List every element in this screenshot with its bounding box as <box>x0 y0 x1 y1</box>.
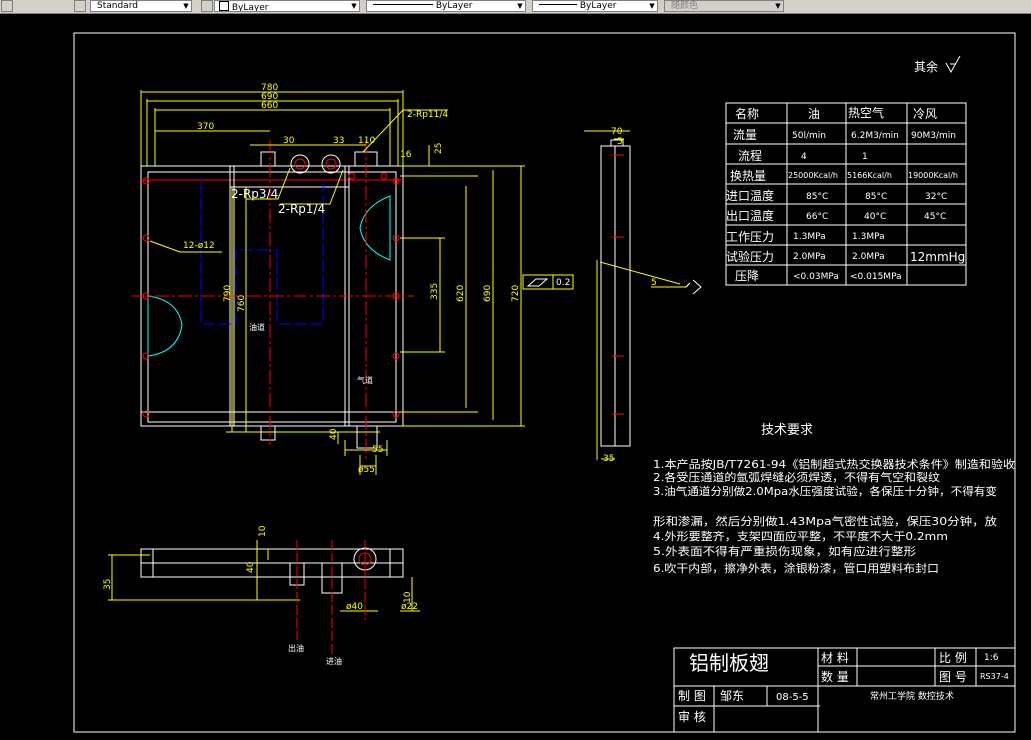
spec-row-label: 出口温度 <box>726 208 774 223</box>
dimension-lines <box>140 90 525 475</box>
spec-row-label: 工作压力 <box>726 230 774 244</box>
tech-req-list: 1.本产品按JB/T7261-94《铝制超式热交换器技术条件》制造和验收 2.各… <box>653 457 1015 575</box>
tech-req-title: 技术要求 <box>761 423 813 438</box>
spec-cell: 1 <box>862 152 868 162</box>
dim-720: 720 <box>511 285 521 302</box>
spec-cell: 50l/min <box>792 131 826 141</box>
dim-rp1-4: 2-Rp1/4 <box>278 202 325 216</box>
drawing-no-label: 图 号 <box>939 670 967 684</box>
spec-cell: 1.3MPa <box>793 232 826 242</box>
side-view <box>584 130 702 460</box>
oil-out-label: 出油 <box>288 643 304 653</box>
spec-cell: 45°C <box>924 212 946 222</box>
spec-cell: 85°C <box>806 192 828 202</box>
tech-req-line: 1.本产品按JB/T7261-94《铝制超式热交换器技术条件》制造和验收 <box>653 457 1015 471</box>
spec-cell: 2.0MPa <box>852 252 885 262</box>
material-label: 材 料 <box>821 651 849 665</box>
scale-value: 1:6 <box>984 653 999 663</box>
tech-req-line: 6.吹干内部，擦净外表，涂银粉漆，管口用塑料布封口 <box>653 561 939 575</box>
dim-5: 5 <box>617 137 623 147</box>
scale-label: 比 例 <box>939 651 967 665</box>
quantity-label: 数 量 <box>821 669 849 684</box>
dim-rp3-4: 2-Rp3/4 <box>231 187 278 201</box>
spec-cell: 90M3/min <box>911 131 956 141</box>
dim-660: 660 <box>261 101 278 111</box>
spec-row-label: 流程 <box>738 148 762 163</box>
spec-cell: 2.0MPa <box>793 252 826 262</box>
spec-cell: 25000Kcal/h <box>788 171 838 180</box>
bottom-view <box>108 540 420 655</box>
dim-55: 55 <box>372 445 383 455</box>
spec-row-label: 换热量 <box>730 169 766 183</box>
dim-phi40: ø40 <box>346 602 363 612</box>
dim-35: 35 <box>603 454 614 464</box>
tech-req-line: 4.外形要整齐，支架四面应平整，不平度不大于0.2mm <box>653 529 948 543</box>
dim-790: 790 <box>223 285 233 302</box>
title-block-text: 铝制板翅 材 料 数 量 比 例 1:6 图 号 RS37-4 制 图 邹东 0… <box>678 651 1009 724</box>
spec-cell: 66°C <box>806 212 828 222</box>
oil-path-label: 油道 <box>249 322 265 332</box>
dim-70: 70 <box>611 127 623 137</box>
dim-10-bottom: 10 <box>403 591 413 603</box>
flatness-value: 0.2 <box>556 278 570 288</box>
spec-cell: 19000Kcal/h <box>908 171 958 180</box>
institution: 常州工学院 数控技术 <box>870 690 954 702</box>
tech-req-line: 5.外表面不得有严重损伤现象，如有应进行整形 <box>653 544 916 558</box>
spec-cell: 6.2M3/min <box>851 131 899 141</box>
spec-row-label: 试验压力 <box>726 249 774 264</box>
dim-335: 335 <box>430 283 440 300</box>
thread-labels: 2-Rp3/4 2-Rp1/4 <box>231 187 325 216</box>
surface-finish-note: 其余 <box>914 59 938 74</box>
spec-cell: 32°C <box>925 192 947 202</box>
dim-690-vert: 690 <box>483 285 493 302</box>
drawing-canvas[interactable]: 780 690 660 370 30 33 110 16 2-Rp11/4 12… <box>0 0 1031 740</box>
dim-760: 760 <box>237 295 247 312</box>
dim-10: 10 <box>258 525 268 537</box>
air-path-label: 气道 <box>357 375 373 385</box>
spec-row-label: 进口温度 <box>726 188 774 203</box>
spec-header-hot-air: 热空气 <box>848 105 884 120</box>
spec-cell: <0.015MPa <box>850 272 902 282</box>
dim-hole-12: 12-ø12 <box>183 241 215 251</box>
part-name: 铝制板翅 <box>689 651 769 675</box>
spec-cell: 4 <box>801 152 807 162</box>
dim-370: 370 <box>197 122 214 132</box>
dim-5-weld: 5 <box>651 278 657 288</box>
spec-cell: 1.3MPa <box>852 232 885 242</box>
dim-rp11-4: 2-Rp11/4 <box>407 110 448 120</box>
dim-620: 620 <box>456 285 466 302</box>
dim-110: 110 <box>358 136 375 146</box>
spec-cell: 12mmHg <box>910 250 965 264</box>
spec-header-cold-air: 冷风 <box>913 107 937 121</box>
spec-cell: 40°C <box>864 212 886 222</box>
tech-req-line: 3.油气通道分别做2.0Mpa水压强度试验，各保压十分钟，不得有变 <box>653 484 997 498</box>
drawing-date: 08-5-5 <box>776 692 809 703</box>
spec-cell: <0.03MPa <box>793 272 839 282</box>
spec-header-name: 名称 <box>735 106 759 121</box>
spec-cell: 5166Kcal/h <box>847 171 892 180</box>
spec-cell: 85°C <box>865 192 887 202</box>
flatness-tolerance: 0.2 <box>522 274 574 290</box>
dim-25: 25 <box>434 143 444 154</box>
drawn-by: 邹东 <box>720 689 744 703</box>
dim-33: 33 <box>333 136 344 146</box>
spec-row-label: 压降 <box>735 269 759 283</box>
surface-finish-symbol-icon <box>945 55 961 74</box>
dim-35-bottom: 35 <box>103 579 113 590</box>
tech-req-line: 形和渗漏，然后分别做1.43Mpa气密性试验，保压30分钟，放 <box>653 514 997 528</box>
dim-16: 16 <box>400 150 412 160</box>
drawing-no: RS37-4 <box>980 672 1009 681</box>
dim-40: 40 <box>329 428 339 440</box>
spec-row-label: 流量 <box>733 128 757 142</box>
dim-phi55: ø55 <box>358 465 375 475</box>
tech-req-line: 2.各受压通道的氩弧焊缝必须焊透，不得有气空和裂纹 <box>653 470 940 484</box>
spec-header-oil: 油 <box>808 107 820 121</box>
reviewed-label: 审 核 <box>678 709 706 724</box>
oil-in-label: 进油 <box>326 656 342 666</box>
dim-30: 30 <box>283 136 295 146</box>
dim-40-bottom: 40 <box>246 561 256 573</box>
drawn-by-label: 制 图 <box>678 689 706 703</box>
